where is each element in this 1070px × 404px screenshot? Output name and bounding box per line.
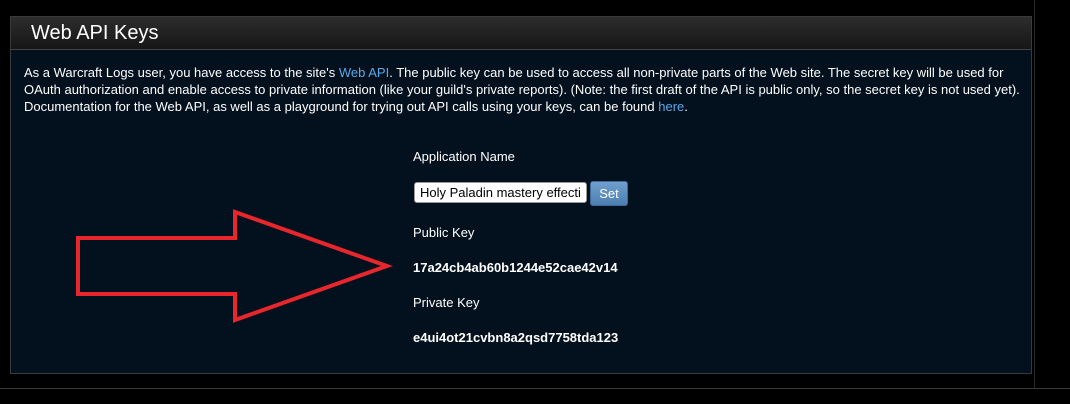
divider [1034, 0, 1035, 388]
set-button[interactable]: Set [590, 181, 628, 206]
public-key-label: Public Key [413, 225, 475, 240]
bottom-divider [0, 388, 1070, 389]
application-name-input[interactable] [414, 182, 587, 203]
web-api-keys-panel: Web API Keys As a Warcraft Logs user, yo… [10, 16, 1032, 374]
description-part-1: As a Warcraft Logs user, you have access… [24, 65, 339, 80]
web-api-link[interactable]: Web API [339, 65, 389, 80]
private-key-label: Private Key [413, 295, 480, 310]
panel-title: Web API Keys [31, 22, 159, 44]
panel-header: Web API Keys [11, 17, 1031, 50]
description-part-3: . [684, 99, 688, 114]
page: Web API Keys As a Warcraft Logs user, yo… [0, 0, 1070, 404]
application-name-label: Application Name [413, 149, 515, 164]
private-key-value: e4ui4ot21cvbn8a2qsd7758tda123 [413, 330, 619, 345]
public-key-value: 17a24cb4ab60b1244e52cae42v14 [413, 260, 618, 275]
description-text: As a Warcraft Logs user, you have access… [24, 64, 1024, 115]
documentation-link[interactable]: here [658, 99, 684, 114]
